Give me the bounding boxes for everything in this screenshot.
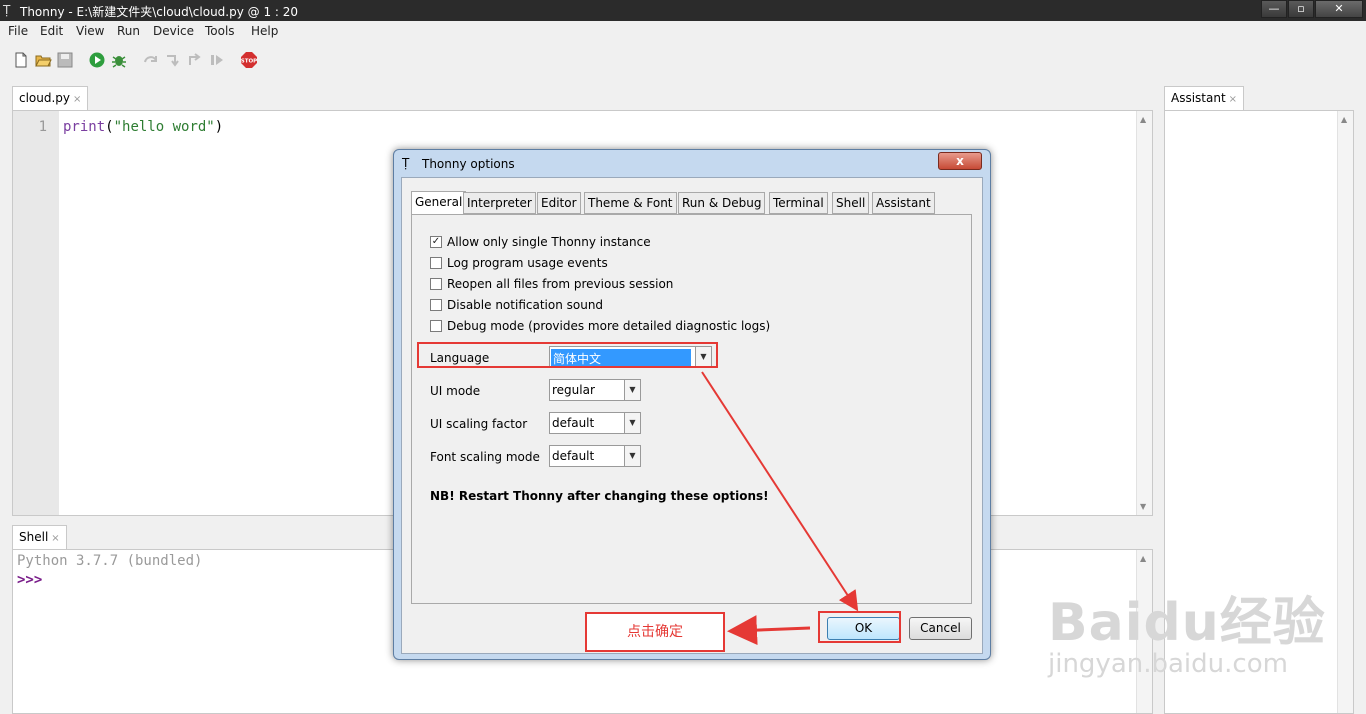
arrow-to-ok: [701, 371, 859, 612]
annotation-arrows: [701, 371, 859, 646]
arrow-to-callout: [727, 615, 811, 646]
